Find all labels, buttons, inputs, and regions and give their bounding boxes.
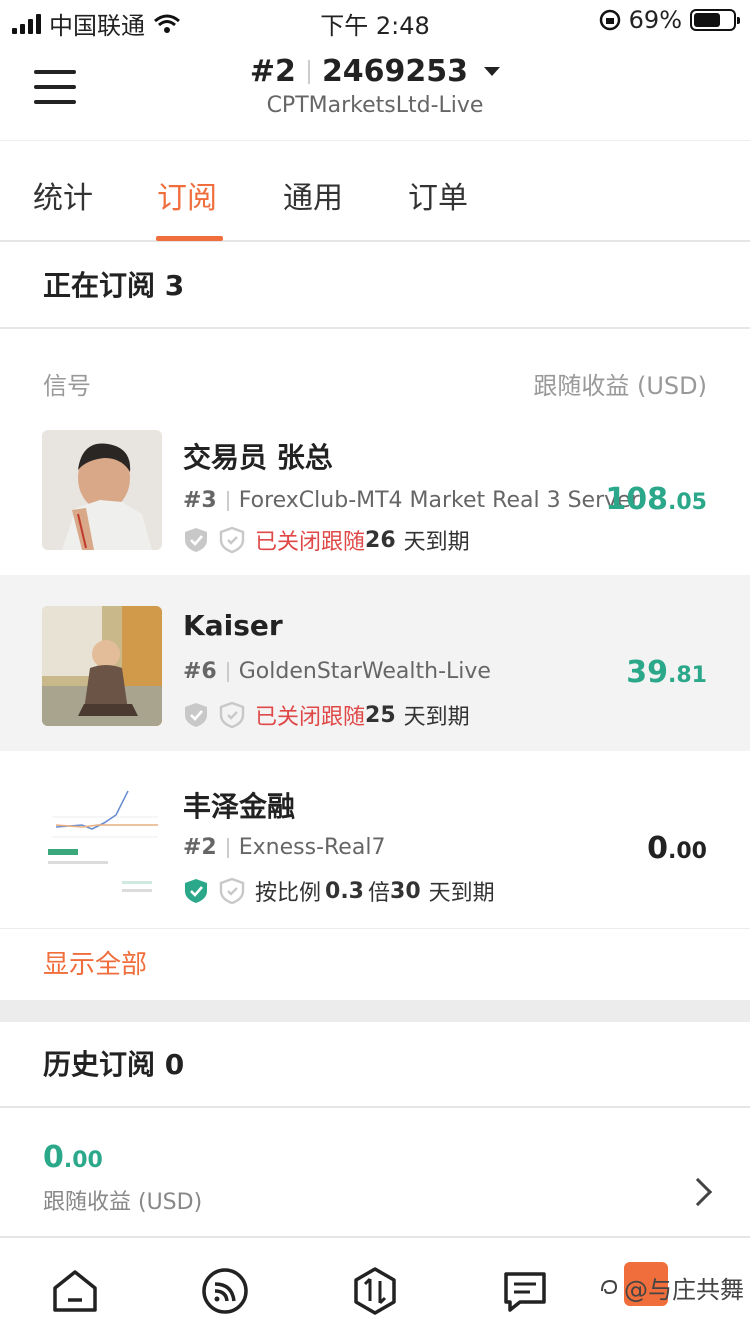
col-signal: 信号	[43, 372, 91, 400]
profit-dec: .00	[668, 839, 707, 864]
signal-status: 已关闭跟随 26 天到期	[183, 524, 470, 556]
watermark-logo-icon	[601, 1279, 618, 1294]
col-profit: 跟随收益 (USD)	[533, 372, 707, 400]
divider	[226, 490, 229, 511]
follow-profit: 0.00	[647, 831, 707, 866]
follow-status: 已关闭跟随	[255, 705, 366, 730]
battery-icon	[690, 9, 740, 31]
signal-name: 交易员 张总	[183, 441, 333, 474]
signal-row[interactable]: 交易员 张总 #3 ForexClub-MT4 Market Real 3 Se…	[0, 414, 750, 590]
days-label: 天到期	[403, 530, 470, 555]
orientation-lock-icon	[599, 9, 620, 31]
profit-dec: .05	[668, 490, 707, 515]
follow-status: 已关闭跟随	[255, 530, 366, 555]
signal-status: 按比例 0.3 倍 30 天到期	[183, 875, 495, 907]
signal-status: 已关闭跟随 25 天到期	[183, 699, 470, 731]
signal-server: GoldenStarWealth-Live	[238, 659, 491, 684]
feed-icon[interactable]	[200, 1266, 250, 1316]
watermark: @与庄共舞	[598, 1270, 744, 1305]
days-remaining: 25	[365, 702, 396, 728]
shield-outline-icon	[219, 526, 245, 554]
shield-check-icon	[185, 528, 207, 552]
tab-general[interactable]: 通用	[283, 173, 343, 217]
home-icon[interactable]	[50, 1266, 100, 1316]
history-title: 历史订阅 0	[0, 1022, 750, 1108]
signal-account: #2 Exness-Real7	[183, 835, 643, 860]
subscribed-title: 正在订阅 3	[0, 243, 750, 329]
history-profit: 0.00	[43, 1140, 103, 1175]
list-icon[interactable]	[500, 1266, 550, 1316]
profit-int: 108	[605, 482, 669, 517]
history-profit-label: 跟随收益 (USD)	[43, 1190, 203, 1215]
ratio-suffix: 倍	[368, 881, 391, 906]
app-header: #2 2469253 CPTMarketsLtd-Live	[0, 40, 750, 140]
tab-subscriptions[interactable]: 订阅	[157, 173, 217, 217]
tab-orders[interactable]: 订单	[408, 173, 468, 217]
battery-percent: 69%	[628, 6, 682, 34]
status-bar: 中国联通 下午 2:48 69%	[0, 0, 750, 40]
avatar	[42, 430, 162, 550]
trade-icon[interactable]	[350, 1266, 400, 1316]
divider	[307, 59, 310, 84]
shield-check-icon	[185, 879, 207, 903]
account-selector: #2 2469253 CPTMarketsLtd-Live	[0, 54, 750, 118]
profit-int: 39	[626, 655, 669, 690]
show-all-link[interactable]: 显示全部	[0, 928, 750, 1000]
signal-name: Kaiser	[183, 609, 283, 642]
signal-server: Exness-Real7	[238, 835, 386, 860]
shield-outline-icon	[219, 701, 245, 729]
days-label: 天到期	[403, 705, 470, 730]
avatar	[42, 781, 162, 901]
active-tab-indicator	[156, 236, 223, 241]
signal-name: 丰泽金融	[183, 790, 296, 823]
section-divider	[0, 1000, 750, 1022]
signal-account: #3 ForexClub-MT4 Market Real 3 Server	[183, 488, 643, 513]
account-index: #2	[249, 54, 296, 89]
follow-profit: 39.81	[626, 655, 707, 690]
history-profit-int: 0	[43, 1140, 64, 1175]
signal-row[interactable]: 丰泽金融 #2 Exness-Real7 按比例 0.3 倍 30 天到期 0.00	[0, 751, 750, 927]
shield-outline-icon	[219, 877, 245, 905]
shield-check-icon	[185, 703, 207, 727]
divider	[226, 837, 229, 858]
days-remaining: 26	[365, 527, 396, 553]
signal-index: #3	[183, 488, 217, 513]
chevron-right-icon[interactable]	[683, 1177, 713, 1207]
signal-index: #2	[183, 835, 217, 860]
divider	[226, 661, 229, 682]
tab-stats[interactable]: 统计	[33, 173, 93, 217]
profit-dec: .81	[668, 663, 707, 688]
caret-down-icon	[484, 67, 501, 76]
follow-profit: 108.05	[605, 482, 707, 517]
account-server: CPTMarketsLtd-Live	[266, 93, 484, 118]
tab-bar: 统计 订阅 通用 订单	[0, 140, 750, 242]
avatar	[42, 606, 162, 726]
days-label: 天到期	[428, 881, 495, 906]
history-profit-dec: .00	[63, 1148, 103, 1173]
days-remaining: 30	[390, 878, 421, 904]
watermark-text: @与庄共舞	[624, 1276, 744, 1304]
signal-account: #6 GoldenStarWealth-Live	[183, 659, 643, 684]
signal-index: #6	[183, 659, 217, 684]
profit-int: 0	[647, 831, 669, 866]
account-dropdown[interactable]: #2 2469253	[249, 54, 501, 89]
signal-row[interactable]: Kaiser #6 GoldenStarWealth-Live 已关闭跟随 25 天…	[0, 575, 750, 751]
account-number: 2469253	[321, 54, 469, 89]
ratio-value: 0.3	[325, 878, 364, 904]
ratio-prefix: 按比例	[255, 881, 322, 906]
signal-server: ForexClub-MT4 Market Real 3 Server	[238, 488, 640, 513]
